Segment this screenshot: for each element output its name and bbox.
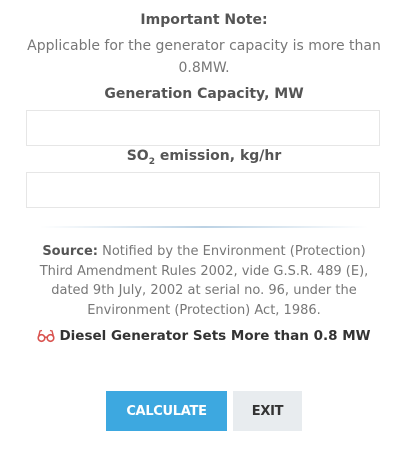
source-label: Source: — [42, 244, 98, 259]
glasses-icon — [37, 329, 56, 343]
note-text: Applicable for the generator capacity is… — [27, 38, 381, 76]
calculate-button[interactable]: CALCULATE — [106, 391, 227, 431]
source-text: Source: Notified by the Environment (Pro… — [39, 244, 369, 318]
emission-label: SO2 emission, kg/hr — [126, 148, 282, 167]
divider — [40, 226, 368, 228]
emission-input[interactable] — [26, 172, 380, 208]
exit-button[interactable]: EXIT — [233, 391, 302, 431]
capacity-label: Generation Capacity, MW — [104, 86, 304, 102]
note-title: Important Note: — [140, 12, 268, 28]
diesel-generator-link-label: Diesel Generator Sets More than 0.8 MW — [59, 328, 371, 344]
capacity-input[interactable] — [26, 110, 380, 146]
diesel-generator-link[interactable]: Diesel Generator Sets More than 0.8 MW — [0, 328, 408, 344]
